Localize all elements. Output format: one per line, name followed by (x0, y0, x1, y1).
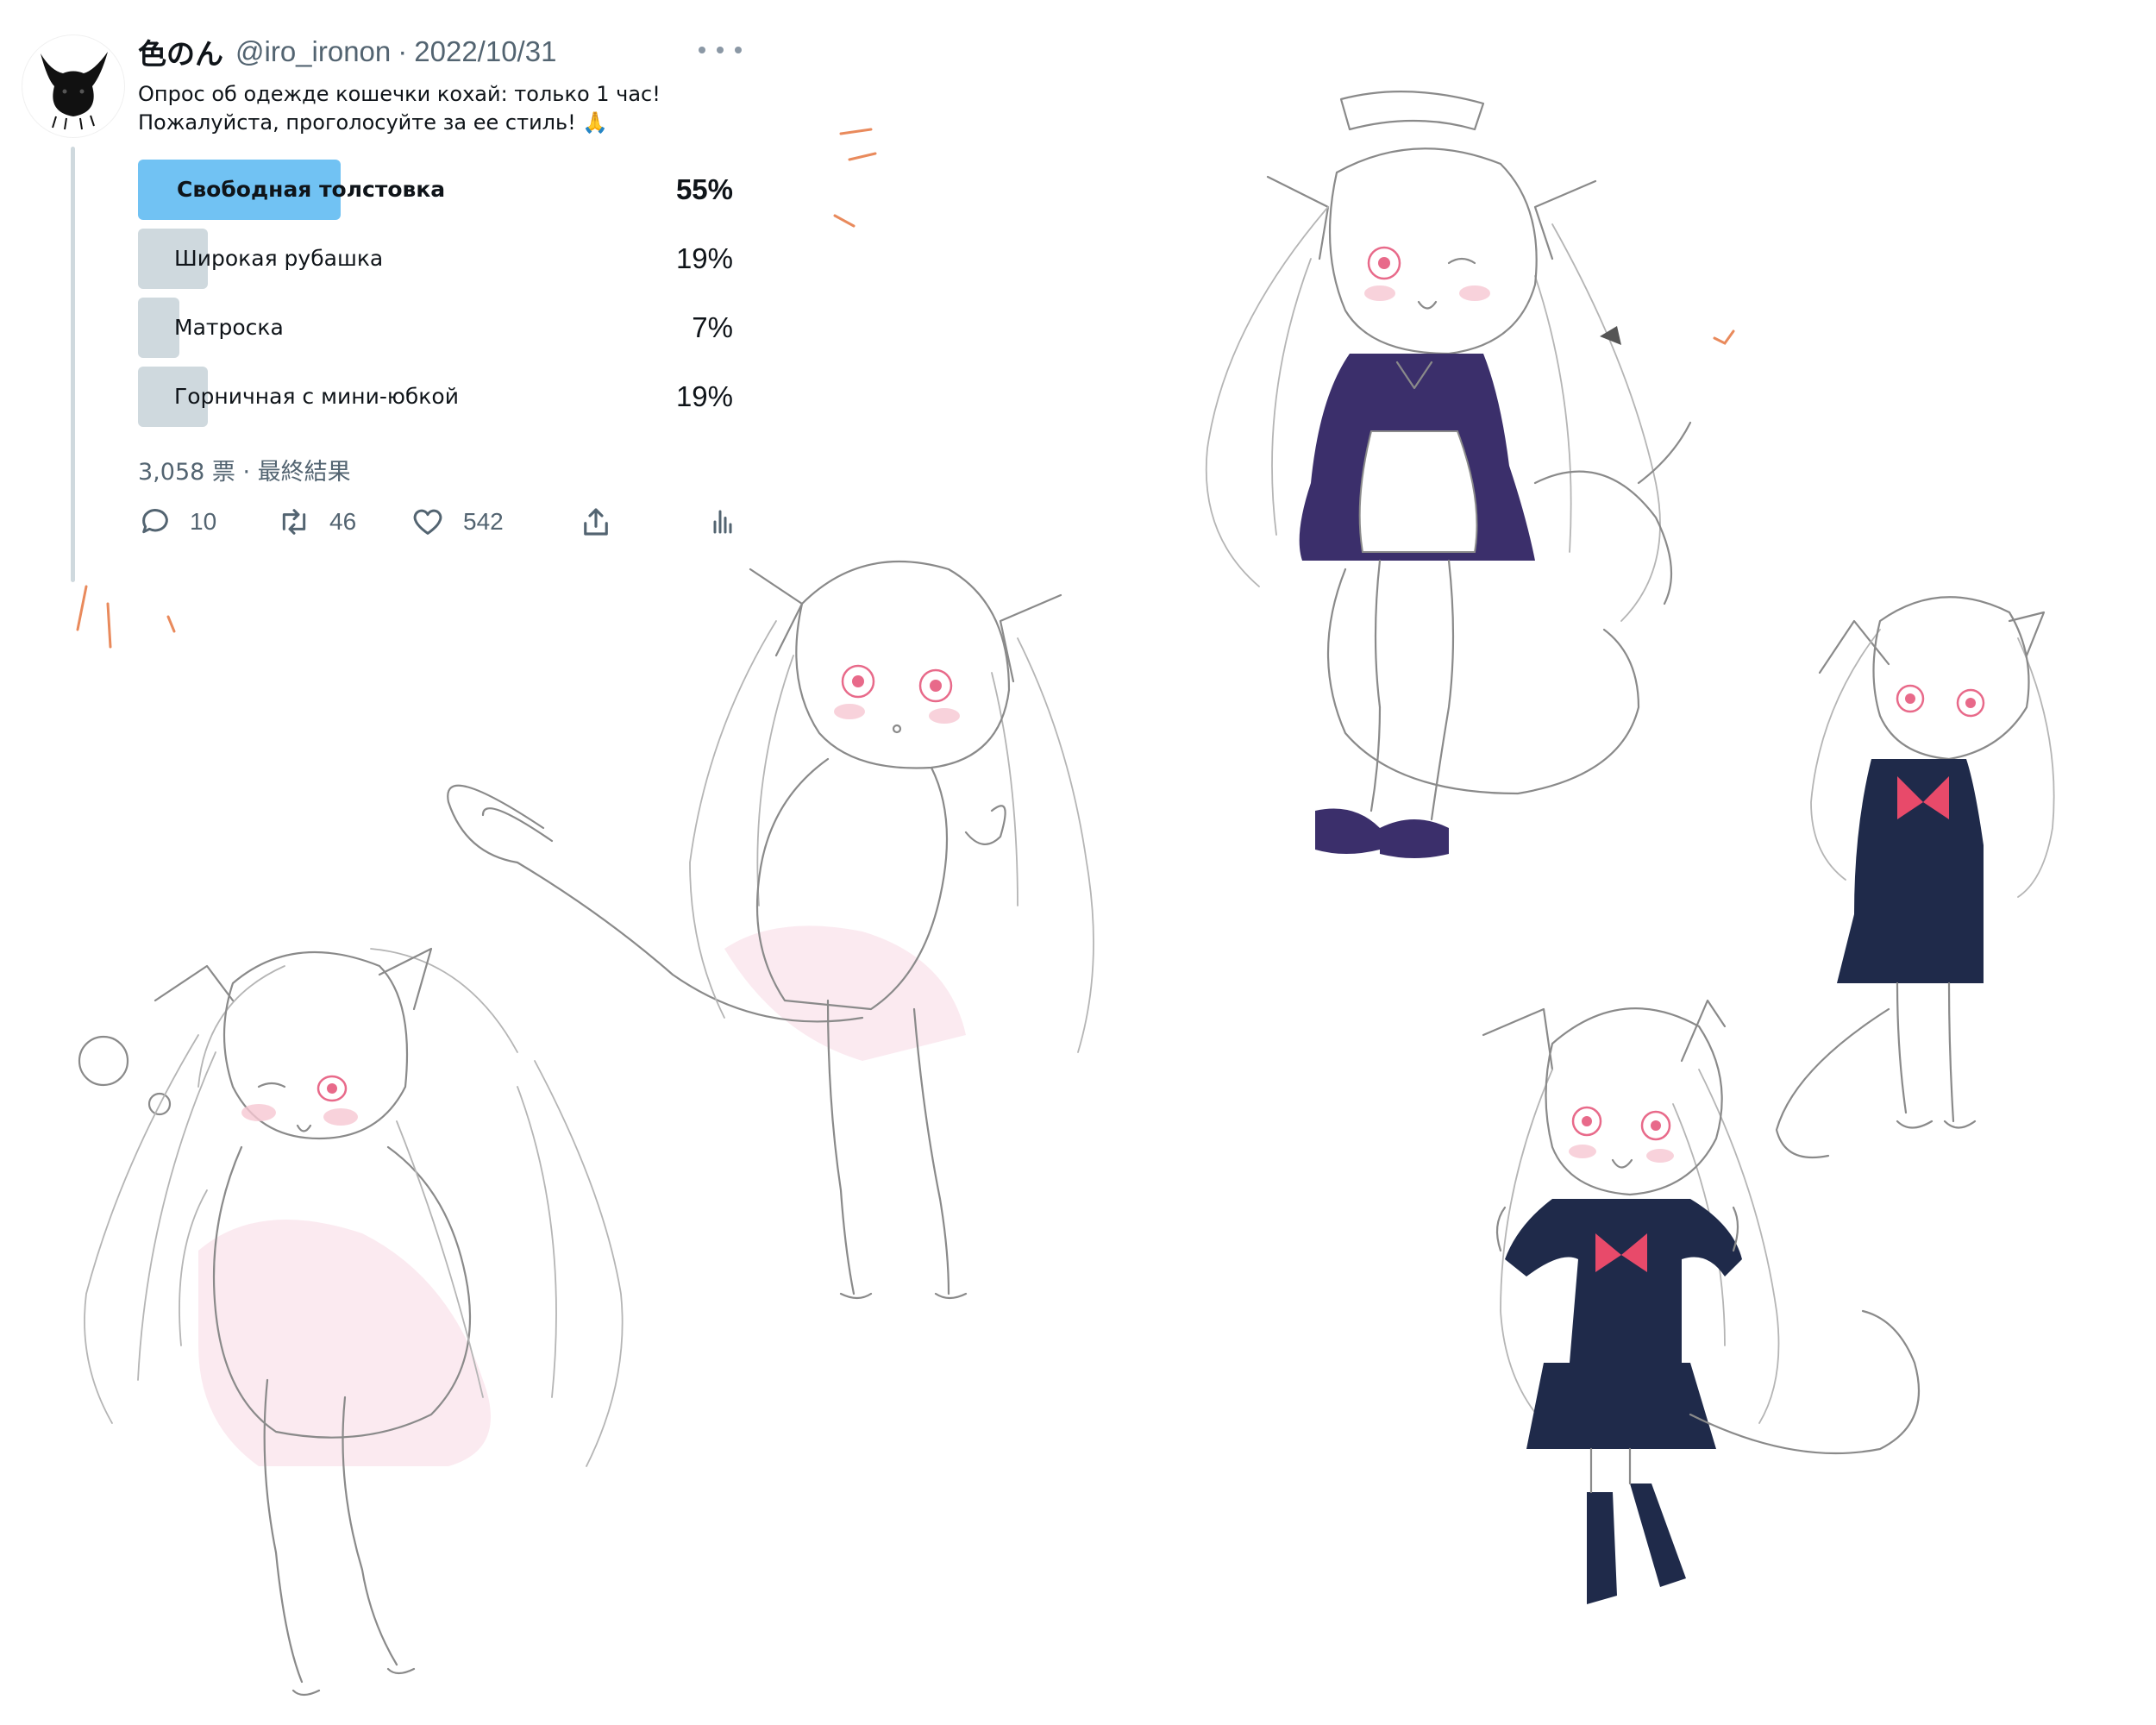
tweet-header: 色のん @iro_ironon · 2022/10/31 (138, 30, 556, 73)
reply-icon (142, 509, 168, 534)
tweet-date[interactable]: 2022/10/31 (414, 35, 556, 68)
share-button[interactable] (578, 496, 631, 548)
poll-status: 最終結果 (257, 459, 351, 486)
cat-girl-maid-figure (1205, 91, 1692, 858)
poll-option-percent: 19% (675, 242, 733, 274)
more-icon[interactable] (699, 37, 742, 63)
author-name[interactable]: 色のん (138, 31, 223, 72)
like-button[interactable]: 542 (410, 496, 504, 548)
poll-meta-separator: · (242, 459, 251, 486)
cat-girl-sailor-figure (1482, 999, 1921, 1604)
poll-option-label: Горничная с мини-юбкой (174, 384, 459, 409)
poll-option-label: Широкая рубашка (174, 246, 384, 271)
tweet-text-line: Опрос об одежде кошечки кохай: только 1 … (138, 82, 661, 106)
poll-option[interactable]: Широкая рубашка 19% (138, 229, 733, 289)
retweet-icon (282, 509, 306, 535)
avatar[interactable] (22, 34, 125, 138)
tweet-text-line: Пожалуйста, проголосуйте за ее стиль! 🙏 (138, 110, 609, 135)
poll-option[interactable]: Матроска 7% (138, 298, 733, 358)
poll-option-percent: 55% (675, 173, 733, 205)
tweet-card[interactable]: 色のん @iro_ironon · 2022/10/31 Опрос об од… (22, 30, 746, 582)
poll-option-percent: 7% (692, 311, 733, 343)
author-handle[interactable]: @iro_ironon (235, 35, 391, 68)
cat-girl-hoodie-figure (78, 947, 624, 1697)
cat-girl-sailor-standing-figure (1775, 596, 2055, 1159)
poll-option[interactable]: Свободная толстовка 55% (138, 160, 733, 220)
retweet-button[interactable]: 46 (276, 496, 356, 548)
poll-option-percent: 19% (675, 380, 733, 412)
poll-meta: 3,058 票 · 最終結果 (138, 453, 351, 486)
like-count: 542 (463, 508, 504, 535)
header-separator: · (398, 35, 408, 67)
tweet-text: Опрос об одежде кошечки кохай: только 1 … (138, 80, 742, 137)
tweet-actions: 10 46 542 (138, 496, 742, 548)
poll-option-label: Матроска (174, 315, 284, 340)
analytics-button[interactable] (707, 496, 755, 548)
poll-option-bar (138, 298, 179, 358)
analytics-icon (713, 510, 732, 534)
reply-button[interactable]: 10 (138, 496, 216, 548)
poll-option-label: Свободная толстовка (177, 177, 446, 202)
share-icon (584, 508, 608, 536)
page-canvas: 色のん @iro_ironon · 2022/10/31 Опрос об од… (0, 0, 2156, 1725)
poll-option[interactable]: Горничная с мини-юбкой 19% (138, 367, 733, 427)
retweet-count: 46 (329, 508, 357, 535)
thread-line (71, 147, 75, 582)
poll-votes: 3,058 票 (138, 459, 235, 486)
reply-count: 10 (190, 508, 217, 535)
like-icon (413, 509, 442, 535)
